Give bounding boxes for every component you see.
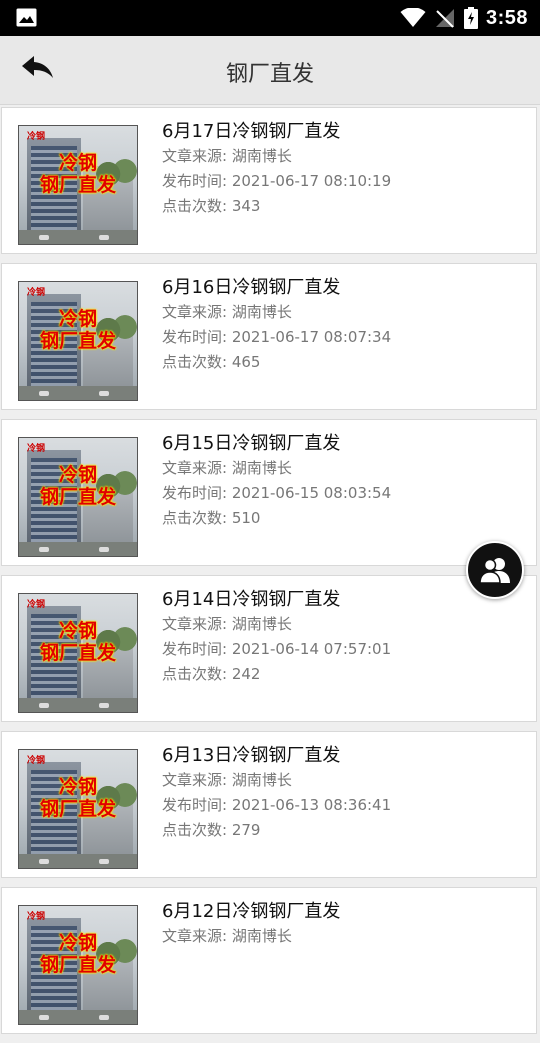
thumbnail-overlay-line2: 钢厂直发 bbox=[39, 641, 116, 664]
article-info: 6月15日冷钢钢厂直发 文章来源: 湖南博长 发布时间: 2021-06-15 … bbox=[162, 432, 391, 531]
article-card[interactable]: 冷钢 冷钢 钢厂直发 6月13日冷钢钢厂直发 文章来源: 湖南博长 发布时间: … bbox=[1, 731, 537, 878]
toolbar: 钢厂直发 bbox=[0, 36, 540, 105]
article-source: 文章来源: 湖南博长 bbox=[162, 771, 292, 789]
ground-graphic bbox=[19, 854, 137, 868]
thumbnail-overlay-line2: 钢厂直发 bbox=[39, 797, 116, 820]
thumbnail-overlay-text: 冷钢 钢厂直发 bbox=[19, 308, 137, 352]
thumbnail-overlay-text: 冷钢 钢厂直发 bbox=[19, 152, 137, 196]
article-view-count: 点击次数: 510 bbox=[162, 509, 261, 527]
article-thumbnail: 冷钢 冷钢 钢厂直发 bbox=[18, 281, 138, 401]
ground-graphic bbox=[19, 1010, 137, 1024]
article-info: 6月14日冷钢钢厂直发 文章来源: 湖南博长 发布时间: 2021-06-14 … bbox=[162, 588, 391, 687]
article-card[interactable]: 冷钢 冷钢 钢厂直发 6月17日冷钢钢厂直发 文章来源: 湖南博长 发布时间: … bbox=[1, 107, 537, 254]
car-graphic bbox=[39, 859, 49, 864]
car-graphic bbox=[39, 235, 49, 240]
article-publish-time: 发布时间: 2021-06-17 08:10:19 bbox=[162, 172, 392, 190]
ground-graphic bbox=[19, 386, 137, 400]
thumbnail-logo: 冷钢 bbox=[27, 132, 46, 142]
thumbnail-overlay-line1: 冷钢 bbox=[58, 152, 97, 174]
article-publish-time: 发布时间: 2021-06-14 07:57:01 bbox=[162, 640, 392, 658]
ground-graphic bbox=[19, 230, 137, 244]
article-card[interactable]: 冷钢 冷钢 钢厂直发 6月14日冷钢钢厂直发 文章来源: 湖南博长 发布时间: … bbox=[1, 575, 537, 722]
article-source: 文章来源: 湖南博长 bbox=[162, 147, 292, 165]
thumbnail-overlay-line2: 钢厂直发 bbox=[39, 173, 116, 196]
article-view-count: 点击次数: 279 bbox=[162, 821, 261, 839]
thumbnail-logo: 冷钢 bbox=[27, 912, 46, 922]
article-thumbnail: 冷钢 冷钢 钢厂直发 bbox=[18, 437, 138, 557]
thumbnail-logo: 冷钢 bbox=[27, 600, 46, 610]
article-view-count: 点击次数: 242 bbox=[162, 665, 261, 683]
article-title: 6月15日冷钢钢厂直发 bbox=[162, 433, 341, 454]
article-source: 文章来源: 湖南博长 bbox=[162, 459, 292, 477]
thumbnail-overlay-line2: 钢厂直发 bbox=[39, 953, 116, 976]
article-title: 6月16日冷钢钢厂直发 bbox=[162, 277, 341, 298]
article-source: 文章来源: 湖南博长 bbox=[162, 615, 292, 633]
thumbnail-logo: 冷钢 bbox=[27, 756, 46, 766]
car-graphic bbox=[99, 391, 109, 396]
car-graphic bbox=[99, 1015, 109, 1020]
car-graphic bbox=[39, 703, 49, 708]
thumbnail-overlay-line2: 钢厂直发 bbox=[39, 485, 116, 508]
thumbnail-overlay-text: 冷钢 钢厂直发 bbox=[19, 932, 137, 976]
car-graphic bbox=[39, 391, 49, 396]
article-info: 6月16日冷钢钢厂直发 文章来源: 湖南博长 发布时间: 2021-06-17 … bbox=[162, 276, 391, 375]
car-graphic bbox=[99, 859, 109, 864]
thumbnail-overlay-text: 冷钢 钢厂直发 bbox=[19, 776, 137, 820]
thumbnail-overlay-line1: 冷钢 bbox=[58, 932, 97, 954]
article-card[interactable]: 冷钢 冷钢 钢厂直发 6月15日冷钢钢厂直发 文章来源: 湖南博长 发布时间: … bbox=[1, 419, 537, 566]
article-card[interactable]: 冷钢 冷钢 钢厂直发 6月12日冷钢钢厂直发 文章来源: 湖南博长 bbox=[1, 887, 537, 1034]
battery-icon bbox=[463, 7, 478, 29]
status-right: 3:58 bbox=[400, 0, 528, 36]
article-card[interactable]: 冷钢 冷钢 钢厂直发 6月16日冷钢钢厂直发 文章来源: 湖南博长 发布时间: … bbox=[1, 263, 537, 410]
article-publish-time: 发布时间: 2021-06-17 08:07:34 bbox=[162, 328, 392, 346]
article-title: 6月13日冷钢钢厂直发 bbox=[162, 745, 341, 766]
article-publish-time: 发布时间: 2021-06-13 08:36:41 bbox=[162, 796, 392, 814]
signal-off-icon bbox=[435, 9, 454, 28]
thumbnail-overlay-text: 冷钢 钢厂直发 bbox=[19, 464, 137, 508]
thumbnail-overlay-line1: 冷钢 bbox=[58, 464, 97, 486]
article-thumbnail: 冷钢 冷钢 钢厂直发 bbox=[18, 905, 138, 1025]
thumbnail-overlay-text: 冷钢 钢厂直发 bbox=[19, 620, 137, 664]
article-source: 文章来源: 湖南博长 bbox=[162, 927, 292, 945]
article-info: 6月12日冷钢钢厂直发 文章来源: 湖南博长 bbox=[162, 900, 340, 949]
image-icon bbox=[16, 8, 37, 27]
thumbnail-overlay-line2: 钢厂直发 bbox=[39, 329, 116, 352]
status-time: 3:58 bbox=[485, 6, 528, 29]
article-list: 冷钢 冷钢 钢厂直发 6月17日冷钢钢厂直发 文章来源: 湖南博长 发布时间: … bbox=[0, 107, 540, 1043]
article-thumbnail: 冷钢 冷钢 钢厂直发 bbox=[18, 593, 138, 713]
status-bar: 3:58 bbox=[0, 0, 540, 36]
contacts-icon bbox=[479, 558, 510, 584]
car-graphic bbox=[99, 547, 109, 552]
article-source: 文章来源: 湖南博长 bbox=[162, 303, 292, 321]
article-publish-time: 发布时间: 2021-06-15 08:03:54 bbox=[162, 484, 392, 502]
car-graphic bbox=[39, 547, 49, 552]
article-title: 6月12日冷钢钢厂直发 bbox=[162, 901, 341, 922]
article-view-count: 点击次数: 465 bbox=[162, 353, 261, 371]
wifi-icon bbox=[400, 8, 426, 27]
article-thumbnail: 冷钢 冷钢 钢厂直发 bbox=[18, 125, 138, 245]
article-info: 6月13日冷钢钢厂直发 文章来源: 湖南博长 发布时间: 2021-06-13 … bbox=[162, 744, 391, 843]
thumbnail-overlay-line1: 冷钢 bbox=[58, 620, 97, 642]
article-view-count: 点击次数: 343 bbox=[162, 197, 261, 215]
article-thumbnail: 冷钢 冷钢 钢厂直发 bbox=[18, 749, 138, 869]
article-title: 6月14日冷钢钢厂直发 bbox=[162, 589, 341, 610]
page-title: 钢厂直发 bbox=[225, 62, 314, 87]
thumbnail-overlay-line1: 冷钢 bbox=[58, 308, 97, 330]
article-title: 6月17日冷钢钢厂直发 bbox=[162, 121, 341, 142]
article-info: 6月17日冷钢钢厂直发 文章来源: 湖南博长 发布时间: 2021-06-17 … bbox=[162, 120, 391, 219]
thumbnail-logo: 冷钢 bbox=[27, 288, 46, 298]
contacts-fab-button[interactable] bbox=[466, 541, 524, 599]
thumbnail-overlay-line1: 冷钢 bbox=[58, 776, 97, 798]
ground-graphic bbox=[19, 698, 137, 712]
ground-graphic bbox=[19, 542, 137, 556]
car-graphic bbox=[99, 235, 109, 240]
car-graphic bbox=[99, 703, 109, 708]
car-graphic bbox=[39, 1015, 49, 1020]
thumbnail-logo: 冷钢 bbox=[27, 444, 46, 454]
